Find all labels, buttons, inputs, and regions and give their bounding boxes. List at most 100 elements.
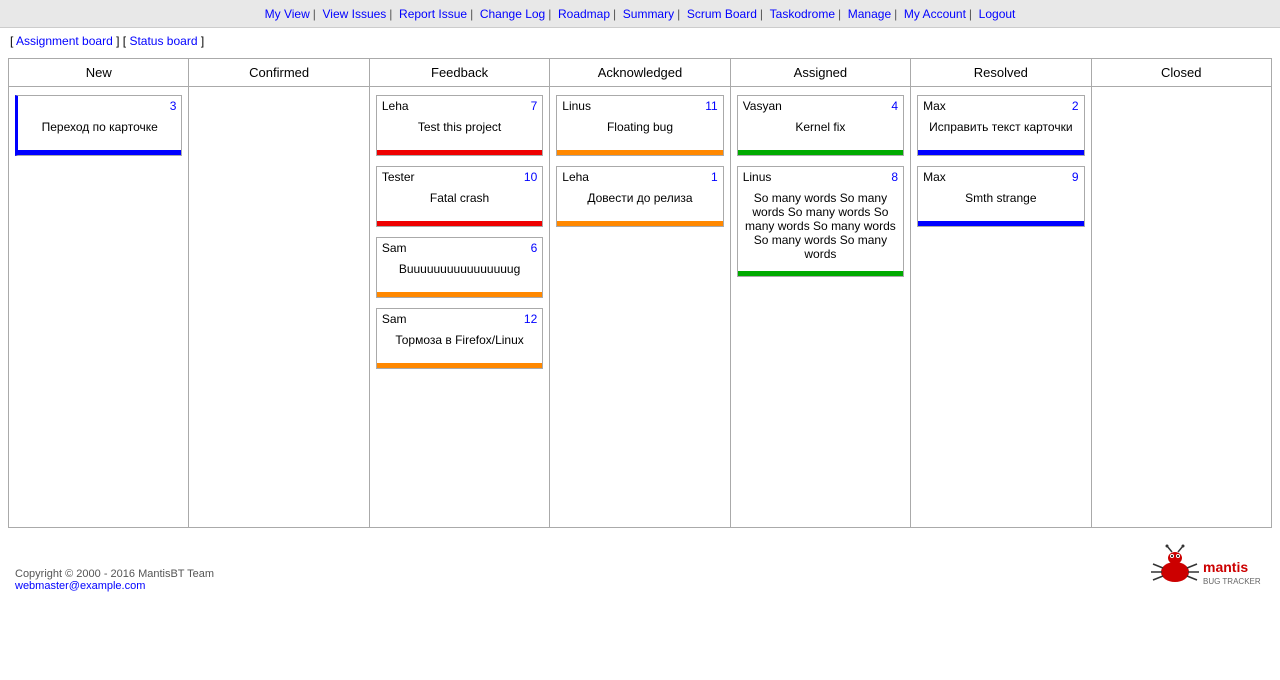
issue-card: Max 9 Smth strange	[917, 166, 1084, 227]
nav-change-log[interactable]: Change Log	[480, 7, 545, 21]
card-assignee: Tester	[382, 170, 415, 184]
issue-card: Tester 10 Fatal crash	[376, 166, 543, 227]
board-header: New Confirmed Feedback Acknowledged Assi…	[9, 59, 1271, 87]
card-title: Kernel fix	[738, 116, 903, 146]
card-id-link[interactable]: 1	[711, 170, 718, 184]
card-assignee: Sam	[382, 241, 407, 255]
card-bar	[377, 363, 542, 368]
issue-card-header: Leha 1	[557, 167, 722, 187]
breadcrumb-suffix: ]	[201, 34, 204, 48]
issue-card-header: Vasyan 4	[738, 96, 903, 116]
card-assignee: Leha	[382, 99, 409, 113]
card-assignee: Linus	[743, 170, 772, 184]
nav-summary[interactable]: Summary	[623, 7, 674, 21]
col-header-closed: Closed	[1092, 59, 1271, 86]
card-bar	[738, 150, 903, 155]
footer-email[interactable]: webmaster@example.com	[15, 580, 145, 592]
card-assignee: Max	[923, 99, 946, 113]
nav-taskodrome[interactable]: Taskodrome	[770, 7, 835, 21]
card-assignee: Vasyan	[743, 99, 782, 113]
card-id-link[interactable]: 12	[524, 312, 537, 326]
col-header-acknowledged: Acknowledged	[550, 59, 730, 86]
issue-card: Sam 12 Тормоза в Firefox/Linux	[376, 308, 543, 369]
card-id-link[interactable]: 11	[705, 99, 717, 113]
breadcrumb: [ Assignment board ] [ Status board ]	[0, 28, 1280, 54]
issue-card: Linus 11 Floating bug	[556, 95, 723, 156]
breadcrumb-assignment-board[interactable]: Assignment board	[16, 34, 113, 48]
card-id-link[interactable]: 9	[1072, 170, 1079, 184]
card-bar	[377, 292, 542, 297]
card-id-link[interactable]: 2	[1072, 99, 1079, 113]
breadcrumb-status-board[interactable]: Status board	[129, 34, 197, 48]
board-col-acknowledged: Linus 11 Floating bug Leha 1 Довести до …	[550, 87, 730, 527]
breadcrumb-separator: ] [	[116, 34, 126, 48]
col-header-assigned: Assigned	[731, 59, 911, 86]
issue-card-header: Sam 12	[377, 309, 542, 329]
col-header-resolved: Resolved	[911, 59, 1091, 86]
issue-card-header: Tester 10	[377, 167, 542, 187]
nav-roadmap[interactable]: Roadmap	[558, 7, 610, 21]
card-title: So many words So many words So many word…	[738, 187, 903, 267]
card-title: Fatal crash	[377, 187, 542, 217]
issue-card: Sam 6 Вuuuuuuuuuuuuuuuug	[376, 237, 543, 298]
footer-copyright: Copyright © 2000 - 2016 MantisBT Team	[15, 568, 1265, 580]
breadcrumb-prefix: [	[10, 34, 13, 48]
card-bar	[557, 150, 722, 155]
card-title: Test this project	[377, 116, 542, 146]
issue-card-header: Sam 6	[377, 238, 542, 258]
card-title: Smth strange	[918, 187, 1083, 217]
board-body: 3 Переход по карточке Leha 7 Test this p…	[9, 87, 1271, 527]
footer: Copyright © 2000 - 2016 MantisBT Team we…	[0, 558, 1280, 602]
card-id-link[interactable]: 6	[531, 241, 538, 255]
card-assignee: Sam	[382, 312, 407, 326]
card-bar	[18, 150, 181, 155]
mantis-logo: mantis BUG TRACKER	[1145, 544, 1265, 597]
svg-text:BUG TRACKER: BUG TRACKER	[1203, 577, 1261, 586]
card-bar	[738, 271, 903, 276]
card-bar	[377, 221, 542, 226]
issue-card-header: Linus 11	[557, 96, 722, 116]
board-col-confirmed	[189, 87, 369, 527]
issue-card-header: Linus 8	[738, 167, 903, 187]
nav-view-issues[interactable]: View Issues	[322, 7, 386, 21]
col-header-new: New	[9, 59, 189, 86]
card-id-link[interactable]: 4	[891, 99, 898, 113]
card-title: Переход по карточке	[18, 116, 181, 146]
card-assignee: Linus	[562, 99, 591, 113]
issue-card-header: Max 2	[918, 96, 1083, 116]
card-id-link[interactable]: 7	[531, 99, 538, 113]
nav-scrum-board[interactable]: Scrum Board	[687, 7, 757, 21]
card-bar	[918, 221, 1083, 226]
board-col-new: 3 Переход по карточке	[9, 87, 189, 527]
board-col-resolved: Max 2 Исправить текст карточки Max 9 Smt…	[911, 87, 1091, 527]
nav-report-issue[interactable]: Report Issue	[399, 7, 467, 21]
issue-card-header: Max 9	[918, 167, 1083, 187]
issue-card-header: Leha 7	[377, 96, 542, 116]
top-navigation: My View| View Issues| Report Issue| Chan…	[0, 0, 1280, 28]
card-bar	[918, 150, 1083, 155]
board-col-feedback: Leha 7 Test this project Tester 10 Fatal…	[370, 87, 550, 527]
issue-card-header: 3	[18, 96, 181, 116]
card-title: Довести до релиза	[557, 187, 722, 217]
card-id-link[interactable]: 3	[170, 99, 177, 113]
card-bar	[377, 150, 542, 155]
issue-card: Max 2 Исправить текст карточки	[917, 95, 1084, 156]
nav-logout[interactable]: Logout	[979, 7, 1016, 21]
col-header-feedback: Feedback	[370, 59, 550, 86]
issue-card: Leha 1 Довести до релиза	[556, 166, 723, 227]
card-id-link[interactable]: 8	[891, 170, 898, 184]
nav-manage[interactable]: Manage	[848, 7, 891, 21]
card-assignee: Max	[923, 170, 946, 184]
board-container: New Confirmed Feedback Acknowledged Assi…	[8, 58, 1272, 528]
col-header-confirmed: Confirmed	[189, 59, 369, 86]
issue-card: Linus 8 So many words So many words So m…	[737, 166, 904, 277]
issue-card: Vasyan 4 Kernel fix	[737, 95, 904, 156]
issue-card: Leha 7 Test this project	[376, 95, 543, 156]
card-title: Исправить текст карточки	[918, 116, 1083, 146]
card-title: Floating bug	[557, 116, 722, 146]
card-title: Тормоза в Firefox/Linux	[377, 329, 542, 359]
nav-my-account[interactable]: My Account	[904, 7, 966, 21]
svg-text:mantis: mantis	[1203, 559, 1248, 575]
nav-my-view[interactable]: My View	[265, 7, 310, 21]
card-id-link[interactable]: 10	[524, 170, 537, 184]
